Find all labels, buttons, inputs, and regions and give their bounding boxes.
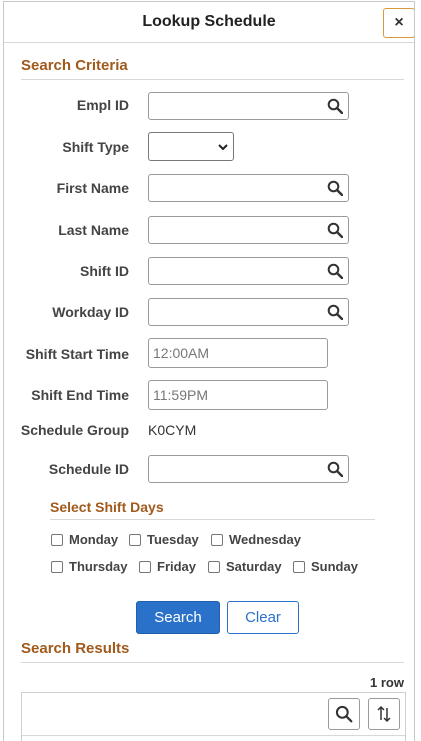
- day-label: Tuesday: [147, 532, 199, 547]
- search-results-heading: Search Results: [21, 640, 404, 663]
- workday-id-label: Workday ID: [52, 304, 129, 320]
- grid-sort-button[interactable]: [368, 698, 400, 730]
- checkbox[interactable]: [293, 560, 305, 573]
- first-name-input[interactable]: [148, 174, 349, 202]
- workday-id-input[interactable]: [148, 298, 349, 326]
- shift-start-time-label: Shift Start Time: [25, 346, 129, 362]
- search-criteria-heading: Search Criteria: [21, 57, 404, 80]
- day-label: Wednesday: [229, 532, 302, 547]
- day-checkbox-thursday[interactable]: Thursday: [51, 559, 128, 574]
- select-shift-days-heading: Select Shift Days: [50, 499, 375, 520]
- empl-id-label: Empl ID: [76, 97, 129, 113]
- checkbox[interactable]: [211, 533, 223, 546]
- search-icon[interactable]: [327, 222, 343, 238]
- search-icon: [335, 705, 353, 723]
- day-label: Thursday: [69, 559, 128, 574]
- checkbox[interactable]: [51, 533, 63, 546]
- shift-id-input[interactable]: [148, 257, 349, 285]
- close-icon: ×: [394, 14, 404, 31]
- day-label: Saturday: [226, 559, 282, 574]
- day-checkbox-friday[interactable]: Friday: [139, 559, 196, 574]
- search-button[interactable]: Search: [136, 601, 220, 634]
- search-icon[interactable]: [327, 304, 343, 320]
- day-label: Friday: [157, 559, 197, 574]
- day-label: Monday: [69, 532, 119, 547]
- shift-type-label: Shift Type: [62, 139, 129, 155]
- shift-type-select[interactable]: [148, 132, 234, 161]
- results-grid: [21, 692, 406, 741]
- empl-id-input[interactable]: [148, 92, 349, 120]
- search-icon[interactable]: [327, 461, 343, 477]
- checkbox[interactable]: [129, 533, 141, 546]
- shift-start-time-input[interactable]: 12:00AM: [148, 338, 328, 368]
- last-name-input[interactable]: [148, 216, 349, 244]
- grid-search-button[interactable]: [328, 698, 360, 730]
- dialog-scrollbar[interactable]: [414, 42, 415, 662]
- day-checkbox-tuesday[interactable]: Tuesday: [129, 532, 199, 547]
- checkbox[interactable]: [51, 560, 63, 573]
- dialog-title: Lookup Schedule: [142, 13, 276, 30]
- day-checkbox-wednesday[interactable]: Wednesday: [211, 532, 301, 547]
- last-name-label: Last Name: [58, 222, 129, 238]
- schedule-id-label: Schedule ID: [48, 461, 129, 477]
- search-icon[interactable]: [327, 180, 343, 196]
- checkbox[interactable]: [139, 560, 151, 573]
- first-name-label: First Name: [56, 180, 129, 196]
- search-icon[interactable]: [327, 98, 343, 114]
- day-label: Sunday: [311, 559, 358, 574]
- search-icon[interactable]: [327, 263, 343, 279]
- shift-id-label: Shift ID: [80, 263, 129, 279]
- schedule-id-input[interactable]: [148, 455, 349, 483]
- checkbox[interactable]: [208, 560, 220, 573]
- shift-end-time-input[interactable]: 11:59PM: [148, 380, 328, 410]
- day-checkbox-sunday[interactable]: Sunday: [293, 559, 358, 574]
- day-checkbox-monday[interactable]: Monday: [51, 532, 118, 547]
- chevron-down-icon: [218, 144, 228, 151]
- close-button[interactable]: ×: [383, 8, 414, 38]
- row-count: 1 row: [370, 675, 404, 690]
- grid-header-divider: [22, 735, 405, 736]
- dialog-titlebar: Lookup Schedule ×: [4, 2, 414, 43]
- shift-end-time-label: Shift End Time: [31, 387, 129, 403]
- lookup-dialog: Lookup Schedule × Search Criteria Empl I…: [3, 1, 415, 741]
- sort-icon: [377, 705, 391, 723]
- day-checkbox-saturday[interactable]: Saturday: [208, 559, 282, 574]
- schedule-group-value: K0CYM: [148, 422, 197, 438]
- clear-button[interactable]: Clear: [227, 601, 299, 634]
- schedule-group-label: Schedule Group: [20, 422, 129, 438]
